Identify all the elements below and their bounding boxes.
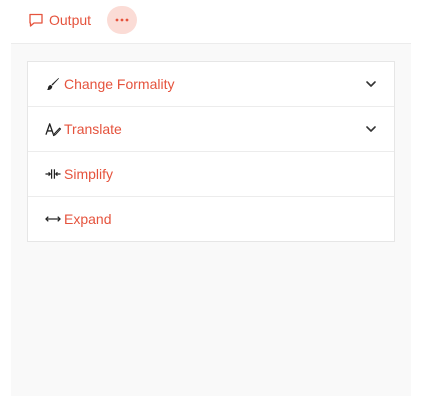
app-root: Output Change Formality Translate Simpli… (0, 0, 431, 406)
chevron-down-icon (365, 78, 377, 90)
output-tab[interactable]: Output (28, 8, 91, 32)
translate-icon (45, 121, 61, 137)
expand-arrows-icon (45, 211, 61, 227)
brush-icon (45, 76, 61, 92)
compress-icon (45, 166, 61, 182)
menu-item-change-formality[interactable]: Change Formality (28, 62, 394, 106)
output-tab-label: Output (49, 12, 92, 28)
output-panel: Change Formality Translate Simplify Expa… (11, 43, 411, 396)
more-options-button[interactable] (107, 6, 137, 34)
menu-item-label: Translate (64, 121, 122, 137)
comment-icon (28, 12, 44, 28)
menu-item-expand[interactable]: Expand (28, 196, 394, 241)
rewrite-menu: Change Formality Translate Simplify Expa… (27, 61, 395, 242)
menu-item-translate[interactable]: Translate (28, 106, 394, 151)
menu-item-label: Simplify (64, 166, 114, 182)
top-bar: Output (0, 0, 431, 43)
menu-item-label: Change Formality (64, 76, 175, 92)
chevron-down-icon (365, 123, 377, 135)
ellipsis-icon (115, 18, 129, 22)
menu-item-label: Expand (64, 211, 112, 227)
menu-item-simplify[interactable]: Simplify (28, 151, 394, 196)
